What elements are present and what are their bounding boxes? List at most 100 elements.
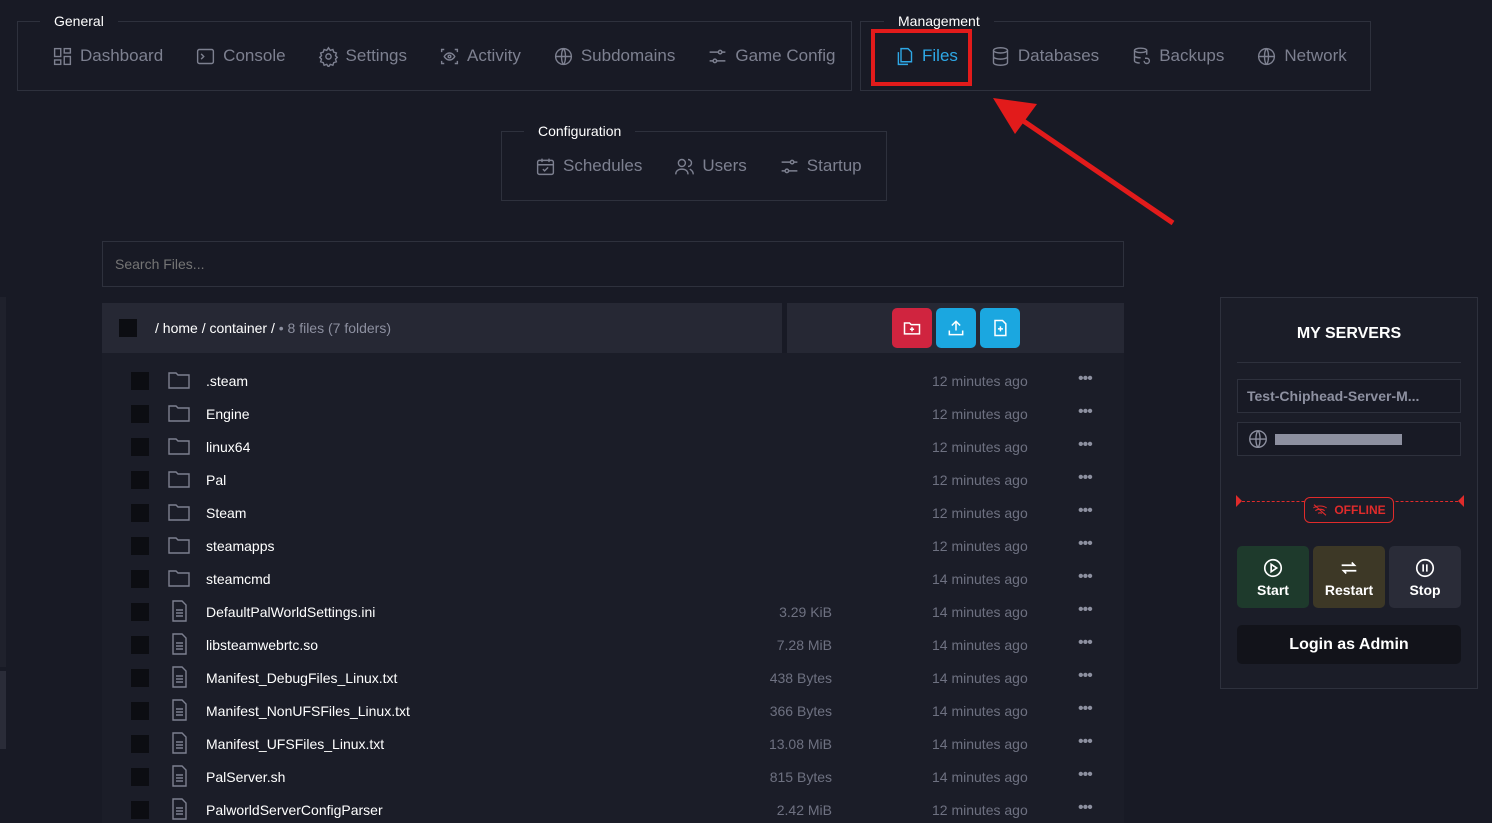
row-checkbox[interactable] <box>131 504 149 522</box>
stop-button[interactable]: Stop <box>1389 546 1461 608</box>
console-icon <box>197 48 215 64</box>
redacted-address <box>1275 433 1402 445</box>
file-name[interactable]: steamcmd <box>206 571 271 587</box>
more-options-icon[interactable]: ••• <box>1078 667 1093 685</box>
login-as-admin-button[interactable]: Login as Admin <box>1237 625 1461 664</box>
server-address-field[interactable] <box>1237 422 1461 456</box>
search-input[interactable] <box>102 241 1124 287</box>
file-name[interactable]: DefaultPalWorldSettings.ini <box>206 604 375 620</box>
file-name[interactable]: libsteamwebrtc.so <box>206 637 318 653</box>
select-all-checkbox[interactable] <box>119 319 137 337</box>
start-label: Start <box>1257 581 1289 598</box>
more-options-icon[interactable]: ••• <box>1078 535 1093 553</box>
file-row[interactable]: linux64 12 minutes ago ••• <box>102 430 1124 463</box>
file-modified: 12 minutes ago <box>932 505 1028 521</box>
nav-subdomains[interactable]: Subdomains <box>537 38 692 74</box>
more-options-icon[interactable]: ••• <box>1078 403 1093 421</box>
more-options-icon[interactable]: ••• <box>1078 568 1093 586</box>
start-button[interactable]: Start <box>1237 546 1309 608</box>
new-folder-button[interactable] <box>891 308 932 348</box>
file-modified: 12 minutes ago <box>932 472 1028 488</box>
nav-label: Game Config <box>735 46 836 65</box>
row-checkbox[interactable] <box>131 438 149 456</box>
file-row[interactable]: .steam 12 minutes ago ••• <box>102 364 1124 397</box>
file-name[interactable]: Manifest_NonUFSFiles_Linux.txt <box>206 703 410 719</box>
nav-label: Databases <box>1017 46 1100 65</box>
row-checkbox[interactable] <box>131 570 149 588</box>
nav-group-configuration: Configuration Schedules Users Startup <box>501 118 887 201</box>
nav-schedules[interactable]: Schedules <box>519 148 658 184</box>
row-checkbox[interactable] <box>131 669 149 687</box>
row-checkbox[interactable] <box>131 801 149 819</box>
file-row[interactable]: PalworldServerConfigParser 2.42 MiB 12 min… <box>102 793 1124 823</box>
file-row[interactable]: steamapps 12 minutes ago ••• <box>102 529 1124 562</box>
file-row[interactable]: libsteamwebrtc.so 7.28 MiB 14 minutes ago •… <box>102 628 1124 661</box>
more-options-icon[interactable]: ••• <box>1078 766 1093 784</box>
new-file-button[interactable] <box>979 308 1020 348</box>
file-row[interactable]: Pal 12 minutes ago ••• <box>102 463 1124 496</box>
more-options-icon[interactable]: ••• <box>1078 370 1093 388</box>
upload-button[interactable] <box>935 308 976 348</box>
file-name[interactable]: .steam <box>206 373 248 389</box>
more-options-icon[interactable]: ••• <box>1078 634 1093 652</box>
row-checkbox[interactable] <box>131 471 149 489</box>
nav-label: Subdomains <box>580 46 676 65</box>
row-checkbox[interactable] <box>131 537 149 555</box>
row-checkbox[interactable] <box>131 603 149 621</box>
nav-game-config[interactable]: Game Config <box>691 38 851 74</box>
file-modified: 14 minutes ago <box>932 604 1028 620</box>
file-name[interactable]: PalworldServerConfigParser <box>206 802 383 818</box>
more-options-icon[interactable]: ••• <box>1078 799 1093 817</box>
status-line-right-marker <box>1458 495 1464 507</box>
file-name[interactable]: PalServer.sh <box>206 769 285 785</box>
row-checkbox[interactable] <box>131 702 149 720</box>
nav-console[interactable]: Console <box>179 38 301 74</box>
more-options-icon[interactable]: ••• <box>1078 700 1093 718</box>
file-row[interactable]: Engine 12 minutes ago ••• <box>102 397 1124 430</box>
file-row[interactable]: Manifest_UFSFiles_Linux.txt 13.08 MiB 14 m… <box>102 727 1124 760</box>
nav-databases[interactable]: Databases <box>974 38 1115 74</box>
breadcrumb: / home / container / • 8 files (7 folder… <box>155 320 391 336</box>
more-options-icon[interactable]: ••• <box>1078 436 1093 454</box>
file-modified: 14 minutes ago <box>932 769 1028 785</box>
nav-dashboard[interactable]: Dashboard <box>36 38 179 74</box>
server-name-field[interactable]: Test-Chiphead-Server-M... <box>1237 379 1461 413</box>
file-row[interactable]: PalServer.sh 815 Bytes 14 minutes ago ••• <box>102 760 1124 793</box>
file-name[interactable]: Manifest_UFSFiles_Linux.txt <box>206 736 384 752</box>
more-options-icon[interactable]: ••• <box>1078 469 1093 487</box>
more-options-icon[interactable]: ••• <box>1078 733 1093 751</box>
row-checkbox[interactable] <box>131 372 149 390</box>
file-name[interactable]: linux64 <box>206 439 250 455</box>
upload-icon <box>948 320 963 336</box>
row-checkbox[interactable] <box>131 768 149 786</box>
file-row[interactable]: Steam 12 minutes ago ••• <box>102 496 1124 529</box>
file-modified: 12 minutes ago <box>932 373 1028 389</box>
restart-label: Restart <box>1324 581 1374 598</box>
file-row[interactable]: Manifest_DebugFiles_Linux.txt 438 Bytes 14… <box>102 661 1124 694</box>
file-modified: 14 minutes ago <box>932 670 1028 686</box>
file-row[interactable]: DefaultPalWorldSettings.ini 3.29 KiB 14 mi… <box>102 595 1124 628</box>
file-name[interactable]: Manifest_DebugFiles_Linux.txt <box>206 670 397 686</box>
file-name[interactable]: Engine <box>206 406 250 422</box>
nav-network[interactable]: Network <box>1240 38 1362 74</box>
nav-backups[interactable]: Backups <box>1115 38 1240 74</box>
nav-startup[interactable]: Startup <box>763 148 878 184</box>
row-checkbox[interactable] <box>131 405 149 423</box>
nav-users[interactable]: Users <box>658 148 762 184</box>
row-checkbox[interactable] <box>131 735 149 753</box>
more-options-icon[interactable]: ••• <box>1078 502 1093 520</box>
breadcrumb-path[interactable]: / home / container / <box>155 320 275 336</box>
file-name[interactable]: steamapps <box>206 538 274 554</box>
restart-button[interactable]: Restart <box>1313 546 1385 608</box>
nav-activity[interactable]: Activity <box>423 38 537 74</box>
nav-group-general: General Dashboard Console Settings Activ… <box>17 8 852 91</box>
more-options-icon[interactable]: ••• <box>1078 601 1093 619</box>
row-checkbox[interactable] <box>131 636 149 654</box>
file-name[interactable]: Pal <box>206 472 226 488</box>
users-icon <box>675 158 695 174</box>
nav-group-legend: Configuration <box>524 118 636 147</box>
file-row[interactable]: Manifest_NonUFSFiles_Linux.txt 366 Bytes 1… <box>102 694 1124 727</box>
nav-settings[interactable]: Settings <box>302 38 423 74</box>
file-name[interactable]: Steam <box>206 505 246 521</box>
file-row[interactable]: steamcmd 14 minutes ago ••• <box>102 562 1124 595</box>
